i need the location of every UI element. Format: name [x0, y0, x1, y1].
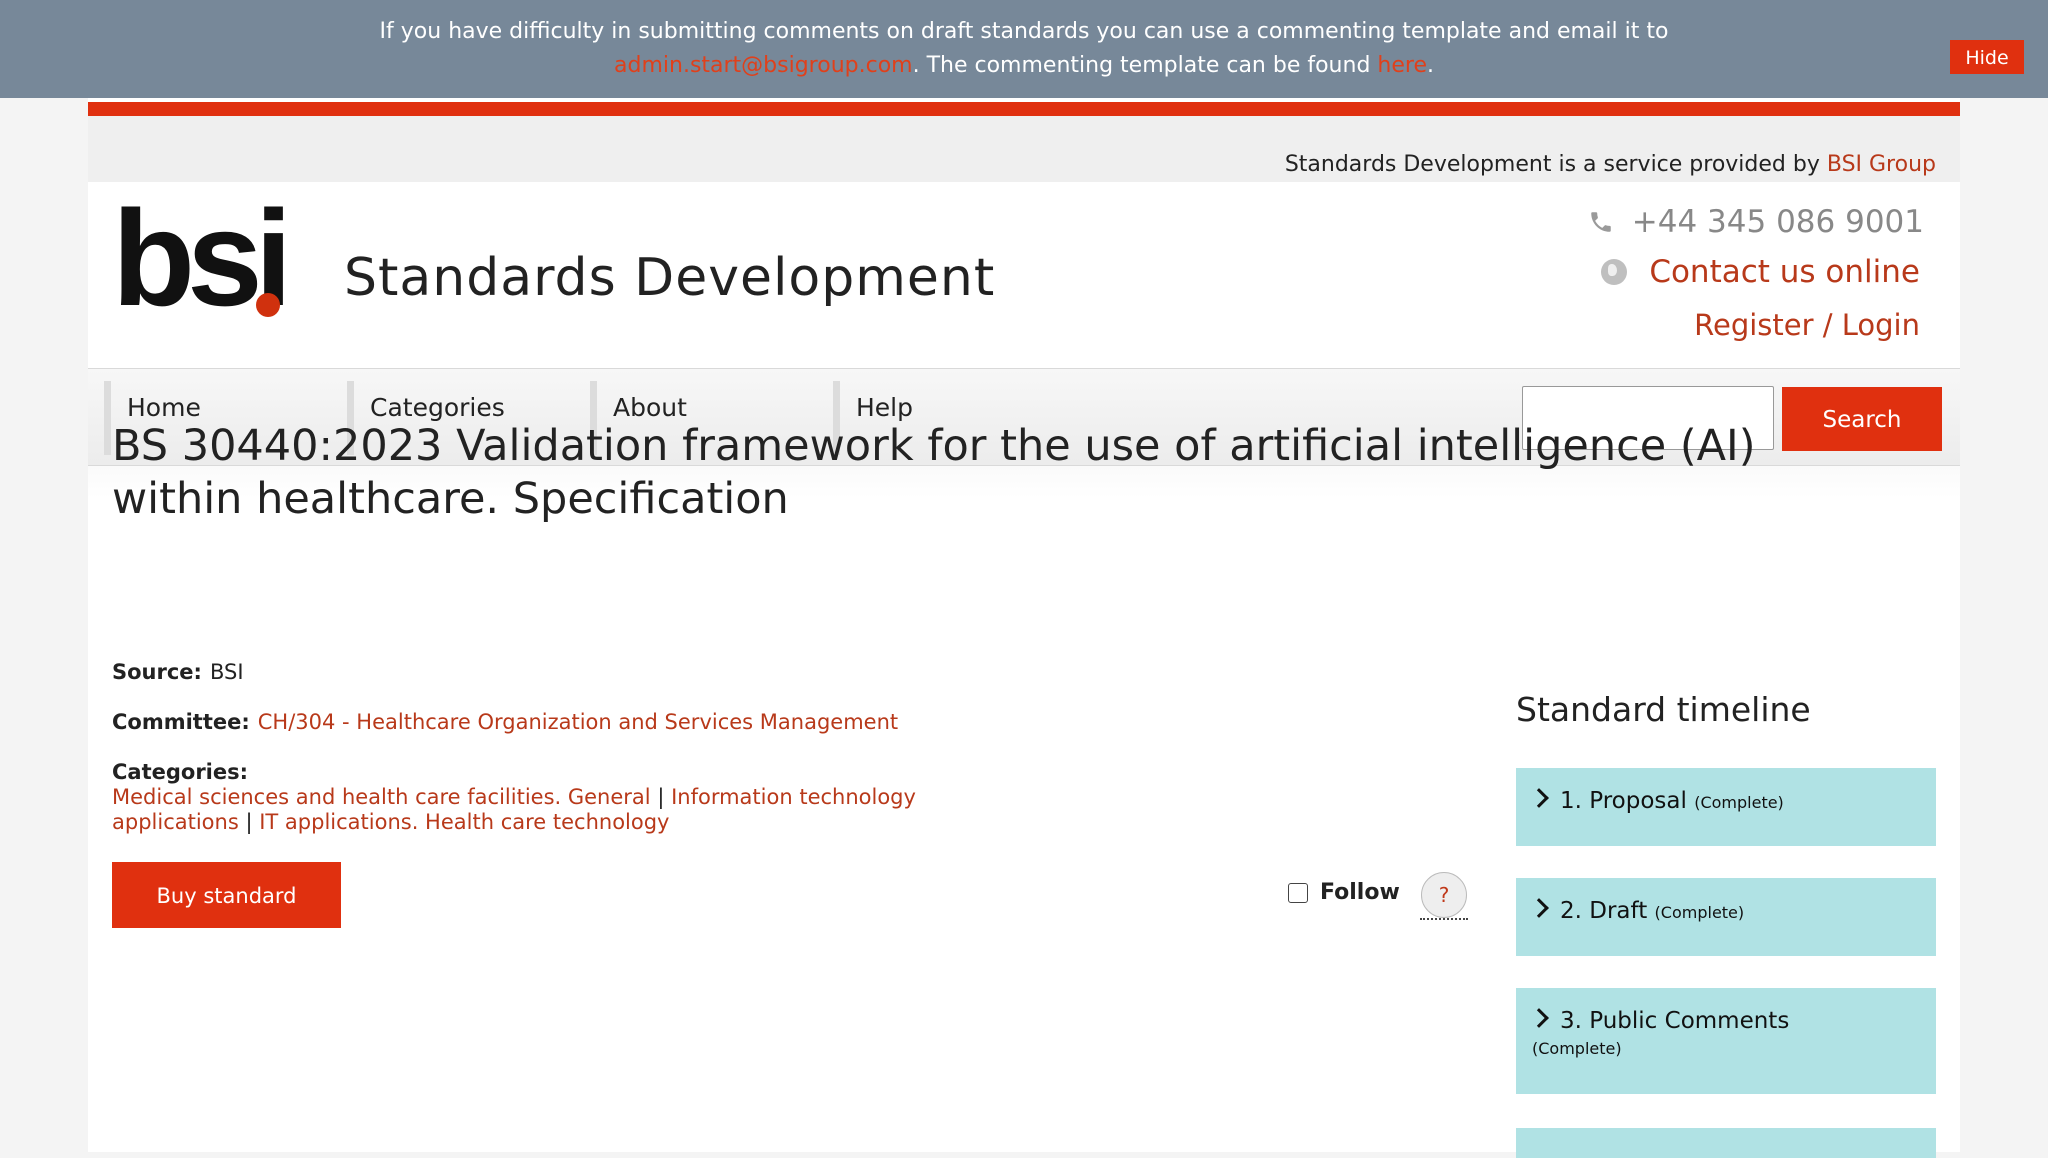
hide-banner-button[interactable]: Hide [1950, 40, 2024, 74]
source-row: Source: BSI [112, 660, 244, 684]
bsi-group-link[interactable]: BSI Group [1827, 152, 1936, 177]
banner-text-end: . [1426, 53, 1434, 78]
categories-list: Medical sciences and health care facilit… [112, 785, 972, 835]
template-here-link[interactable]: here [1377, 53, 1427, 78]
source-value: BSI [209, 660, 244, 684]
buy-standard-button[interactable]: Buy standard [112, 862, 341, 928]
notice-banner: If you have difficulty in submitting com… [0, 0, 2048, 98]
categories-block: Categories: Medical sciences and health … [112, 760, 972, 835]
committee-row: Committee: CH/304 - Healthcare Organizati… [112, 710, 898, 734]
chevron-right-icon [1529, 898, 1549, 918]
site-title: Standards Development [344, 248, 996, 308]
standard-title: BS 30440:2023 Validation framework for t… [112, 421, 1756, 524]
category-link[interactable]: IT applications. Health care technology [259, 810, 669, 834]
timeline-item-status: (Complete) [1654, 903, 1745, 922]
banner-text-mid: . The commenting template can be found [912, 53, 1378, 78]
page-container: Standards Development is a service provi… [88, 98, 1960, 1158]
timeline-item-status: (Complete) [1532, 1039, 1622, 1058]
committee-link[interactable]: CH/304 - Healthcare Organization and Ser… [258, 710, 898, 734]
contact-us-link[interactable]: Contact us online [1649, 254, 1920, 290]
register-login-link[interactable]: Register / Login [1694, 308, 1920, 342]
committee-label: Committee: [112, 710, 250, 734]
brand-strip [88, 102, 1960, 116]
service-text: Standards Development is a service provi… [1285, 152, 1936, 177]
admin-email-link[interactable]: admin.start@bsigroup.com [614, 53, 913, 78]
help-underline [1420, 918, 1468, 920]
timeline-item-label: 1. Proposal [1560, 788, 1687, 814]
follow-label: Follow [1320, 880, 1400, 905]
follow-checkbox[interactable] [1288, 882, 1308, 903]
login-row: Register / Login [1694, 308, 1920, 342]
chevron-right-icon [1529, 788, 1549, 808]
timeline-item-label: 3. Public Comments [1560, 1008, 1790, 1034]
banner-line-2: admin.start@bsigroup.com. The commenting… [0, 49, 2048, 83]
phone-row: +44 345 086 9001 [1588, 204, 1924, 240]
timeline-heading: Standard timeline [1516, 690, 1811, 729]
timeline-item-proposal[interactable]: 1. Proposal (Complete) [1516, 768, 1936, 846]
timeline-item-public-comments[interactable]: 3. Public Comments (Complete) [1516, 988, 1936, 1094]
follow-control[interactable]: Follow [1288, 880, 1400, 905]
timeline-item-status: (Complete) [1694, 793, 1784, 812]
service-bar: Standards Development is a service provi… [88, 116, 1960, 182]
categories-label: Categories: [112, 760, 249, 784]
timeline-item-label: 2. Draft [1560, 898, 1648, 924]
logo-dot [256, 293, 280, 317]
timeline-item-draft[interactable]: 2. Draft (Complete) [1516, 878, 1936, 956]
category-separator: | [657, 785, 665, 809]
chevron-right-icon [1529, 1008, 1549, 1028]
contact-row[interactable]: Contact us online [1601, 254, 1920, 290]
phone-icon [1591, 212, 1611, 232]
globe-icon [1601, 259, 1628, 285]
timeline-item-next[interactable] [1516, 1128, 1936, 1158]
category-link[interactable]: Medical sciences and health care facilit… [112, 785, 651, 809]
follow-help-button[interactable]: ? [1421, 872, 1467, 918]
category-separator: | [245, 810, 253, 834]
phone-number: +44 345 086 9001 [1631, 204, 1924, 240]
banner-line-1: If you have difficulty in submitting com… [379, 19, 1669, 44]
service-label: Standards Development is a service provi… [1284, 152, 1827, 177]
source-label: Source: [112, 660, 202, 684]
